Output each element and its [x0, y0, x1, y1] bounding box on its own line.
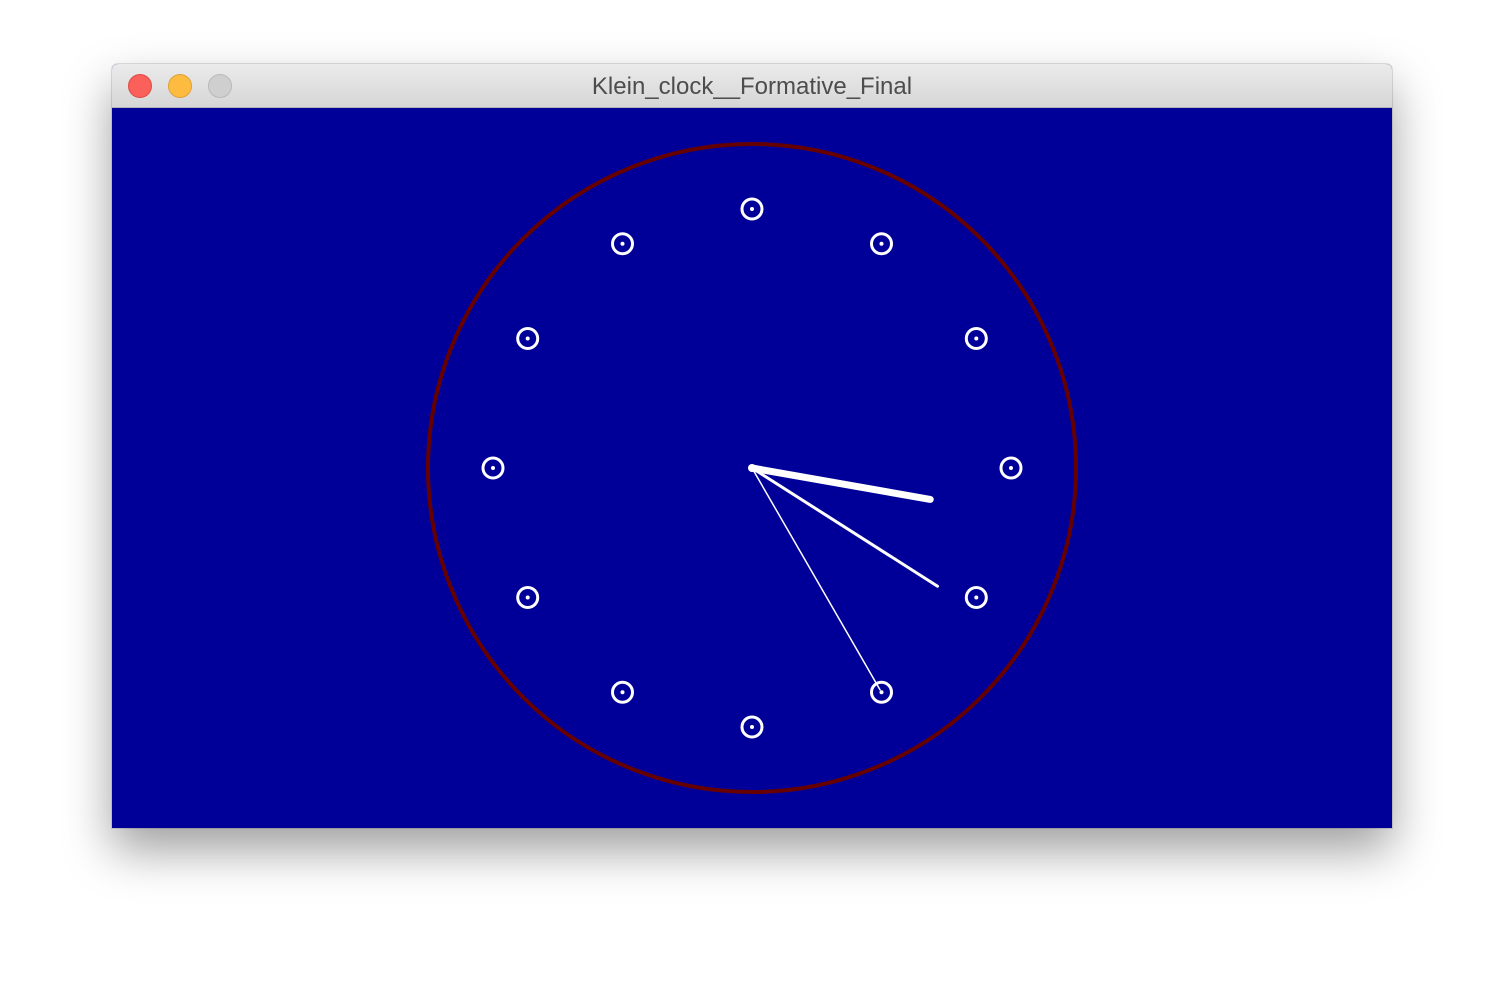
center-pivot: [748, 464, 756, 472]
hour-marker-dot: [525, 595, 530, 600]
hour-marker-dot: [750, 207, 754, 211]
hour-marker-dot: [620, 690, 625, 695]
title-bar[interactable]: Klein_clock__Formative_Final: [112, 64, 1392, 108]
hour-marker-dot: [879, 690, 884, 695]
hour-marker-dot: [525, 336, 530, 341]
hour-marker-dot: [974, 336, 979, 341]
clock-canvas: [112, 108, 1392, 828]
hour-marker-dot: [1009, 466, 1013, 470]
hour-marker-dot: [491, 466, 495, 470]
hour-marker-dot: [974, 595, 979, 600]
app-window: Klein_clock__Formative_Final: [112, 64, 1392, 828]
hour-marker-dot: [879, 241, 884, 246]
hour-marker-dot: [620, 241, 625, 246]
hour-marker-dot: [750, 725, 754, 729]
window-title: Klein_clock__Formative_Final: [591, 73, 913, 100]
